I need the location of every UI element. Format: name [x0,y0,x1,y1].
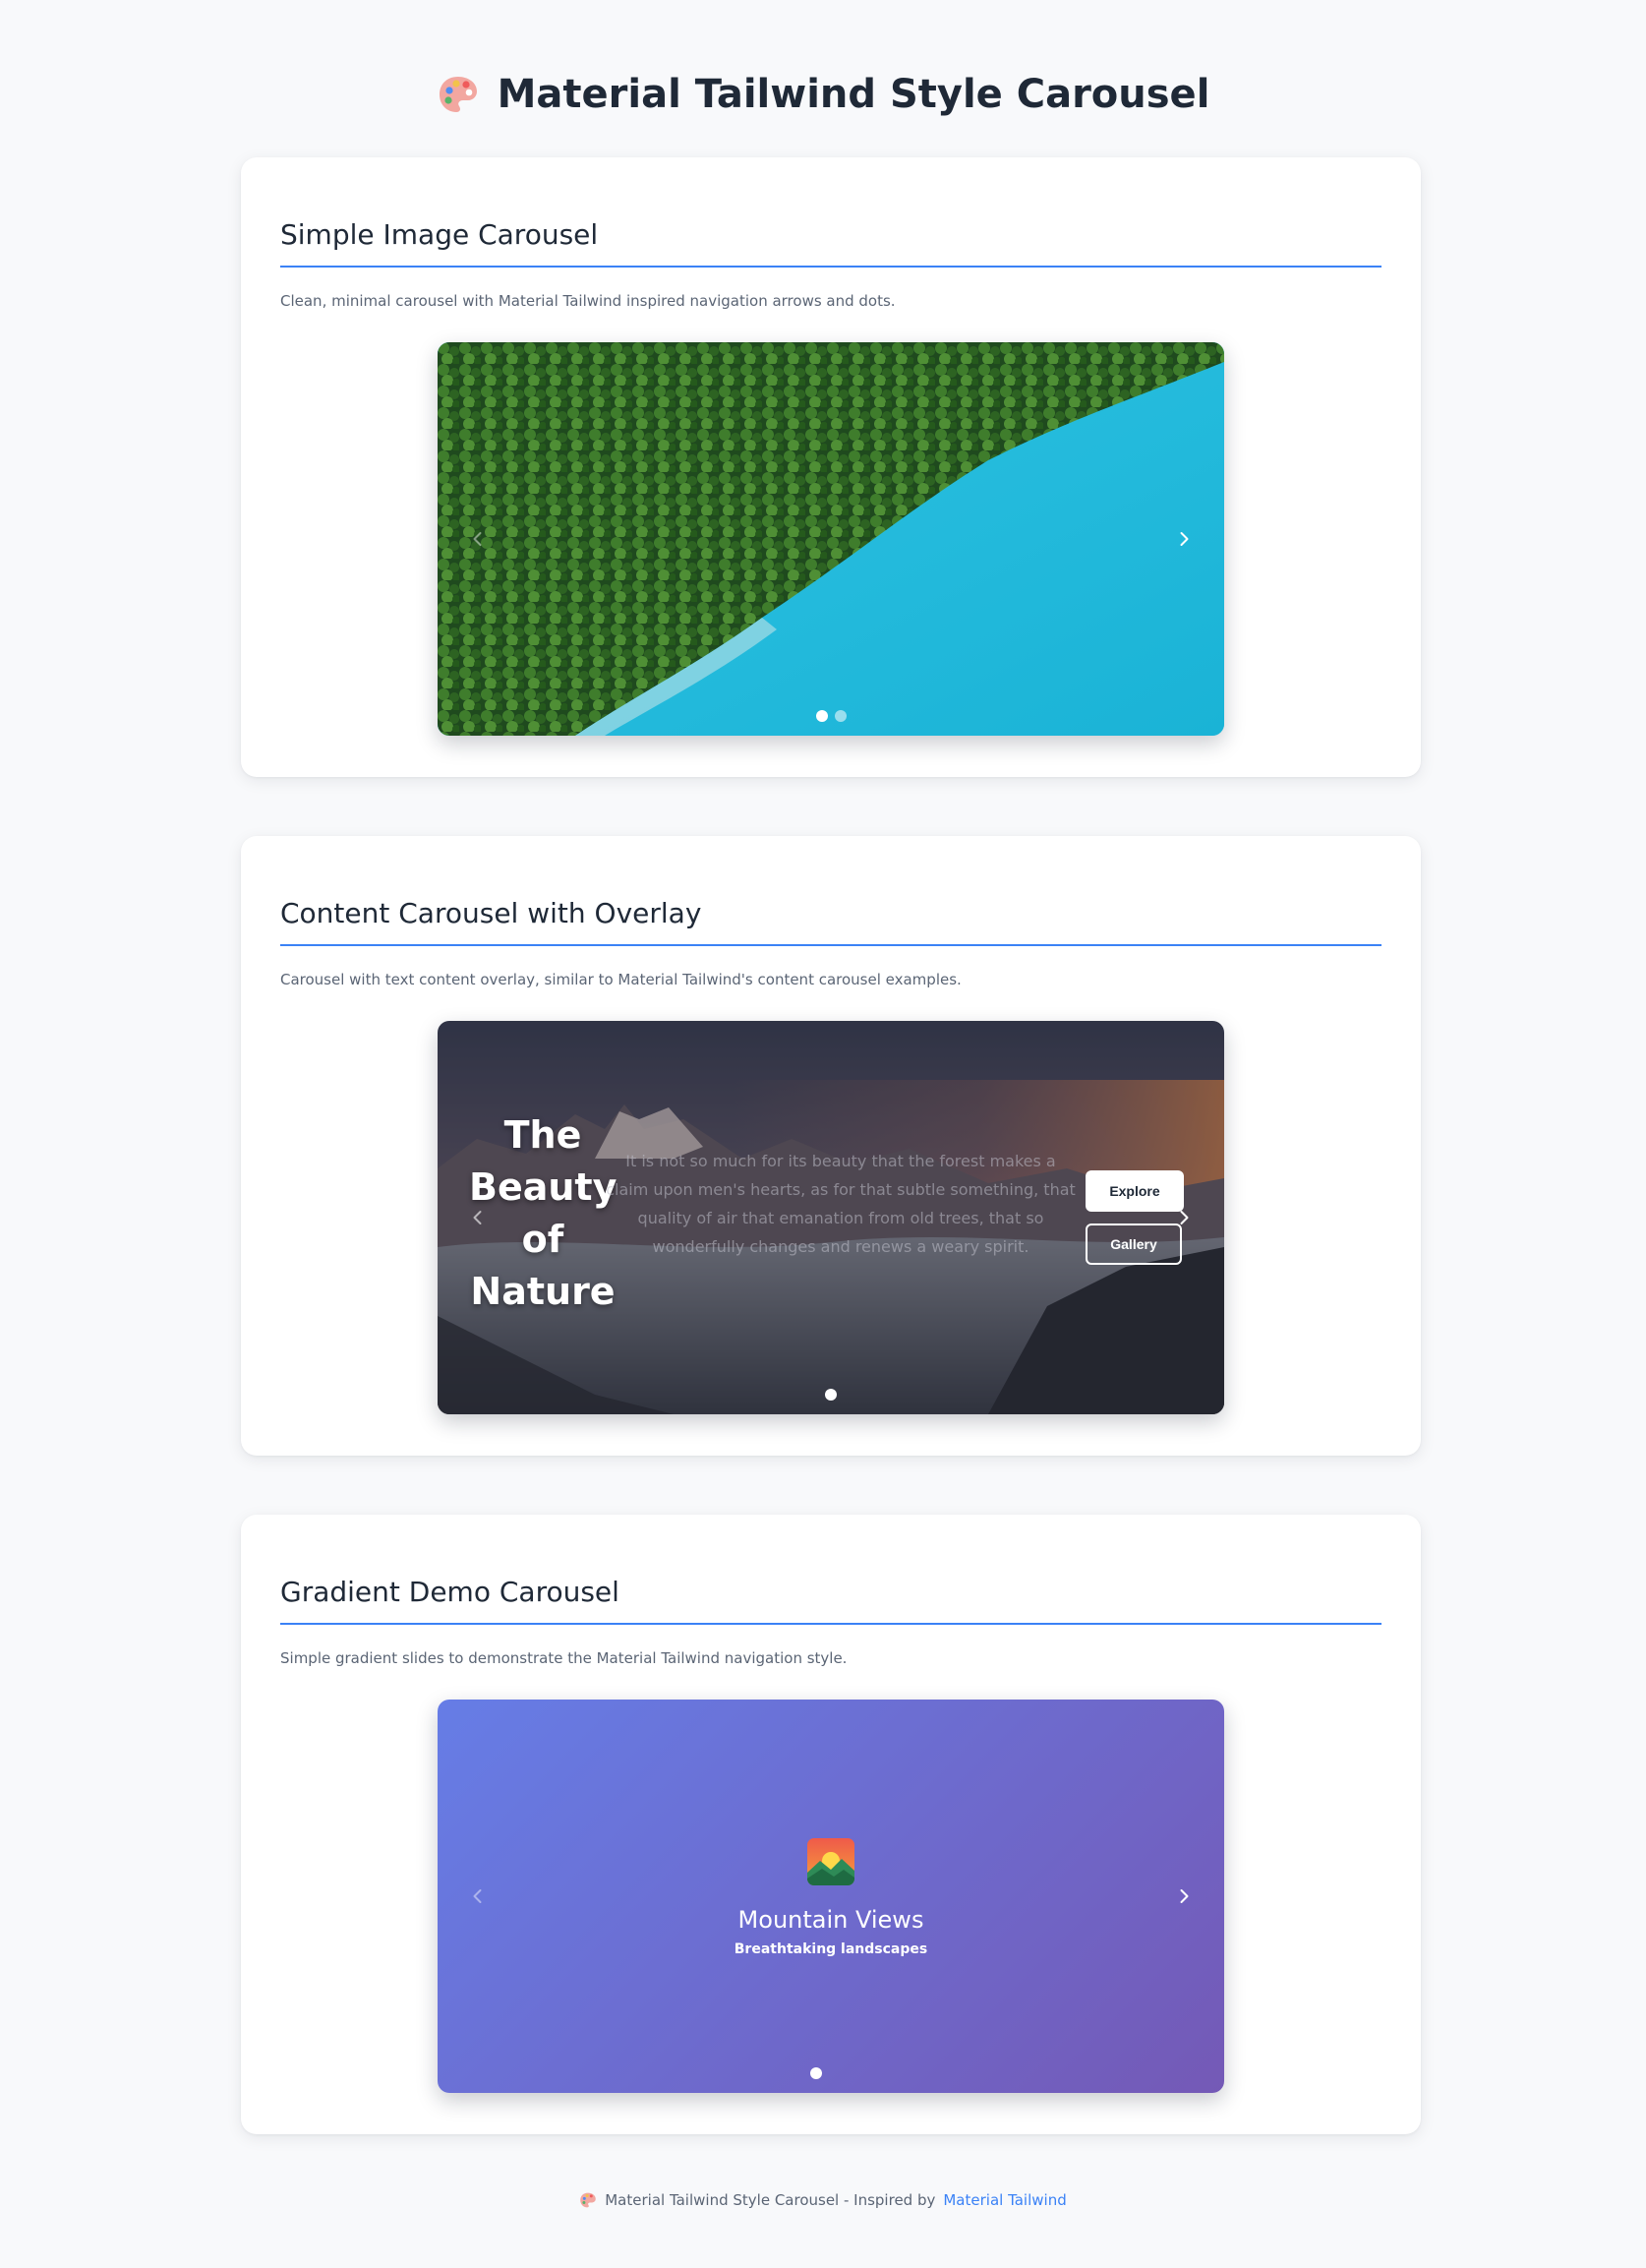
page-header: Material Tailwind Style Carousel [0,65,1646,124]
footer-text: Material Tailwind Style Carousel - Inspi… [605,2191,936,2209]
slide-subtitle: Breathtaking landscapes [734,1941,928,1957]
simple-image-carousel-card: Simple Image Carousel Clean, minimal car… [241,157,1421,777]
section-title: Simple Image Carousel [280,218,599,251]
material-tailwind-link[interactable]: Material Tailwind [943,2191,1066,2209]
section-divider [280,944,1381,946]
carousel-dots [438,710,1224,722]
carousel-dot-2[interactable] [834,710,847,722]
gradient-slide: Mountain Views Breathtaking landscapes [438,1700,1224,2093]
section-divider [280,266,1381,268]
carousel-next-button[interactable] [1169,524,1199,554]
carousel-dots [438,2067,1224,2079]
content-overlay-carousel: The Beauty of Nature It is not so much f… [438,1021,1224,1414]
chevron-right-icon [1180,1211,1189,1224]
section-description: Carousel with text content overlay, simi… [280,971,962,988]
artist-palette-icon [580,2192,597,2208]
chevron-right-icon [1180,1889,1189,1903]
slide-title: Mountain Views [737,1906,924,1934]
carousel-dots [438,1389,1224,1401]
carousel-next-button[interactable] [1169,1881,1199,1911]
chevron-right-icon [1180,532,1189,546]
chevron-left-icon [473,532,482,546]
carousel-dot-1[interactable] [815,710,828,722]
chevron-left-icon [473,1211,482,1224]
page-footer: Material Tailwind Style Carousel - Inspi… [0,2191,1646,2209]
page-title: Material Tailwind Style Carousel [497,72,1210,117]
slide-content: Mountain Views Breathtaking landscapes [438,1837,1224,1957]
section-title: Gradient Demo Carousel [280,1576,619,1608]
gallery-button[interactable]: Gallery [1086,1224,1182,1265]
aerial-forest-lake-image [438,342,1224,736]
carousel-prev-button[interactable] [463,524,493,554]
sunrise-over-mountains-icon [807,1838,854,1885]
carousel-prev-button[interactable] [463,1203,493,1232]
carousel-dot-1[interactable] [825,1389,837,1401]
carousel-prev-button[interactable] [463,1881,493,1911]
section-divider [280,1623,1381,1625]
content-carousel-card: Content Carousel with Overlay Carousel w… [241,836,1421,1456]
section-title: Content Carousel with Overlay [280,897,702,929]
slide-body-text: It is not so much for its beauty that th… [606,1152,1076,1256]
gradient-carousel-card: Gradient Demo Carousel Simple gradient s… [241,1515,1421,2134]
artist-palette-icon [439,77,477,112]
chevron-left-icon [473,1889,482,1903]
carousel-next-button[interactable] [1169,1203,1199,1232]
carousel-dot-1[interactable] [810,2067,822,2079]
gradient-demo-carousel: Mountain Views Breathtaking landscapes [438,1700,1224,2093]
simple-image-carousel [438,342,1224,736]
section-description: Simple gradient slides to demonstrate th… [280,1649,848,1667]
aerial-image-art [438,342,1224,736]
section-description: Clean, minimal carousel with Material Ta… [280,292,896,310]
